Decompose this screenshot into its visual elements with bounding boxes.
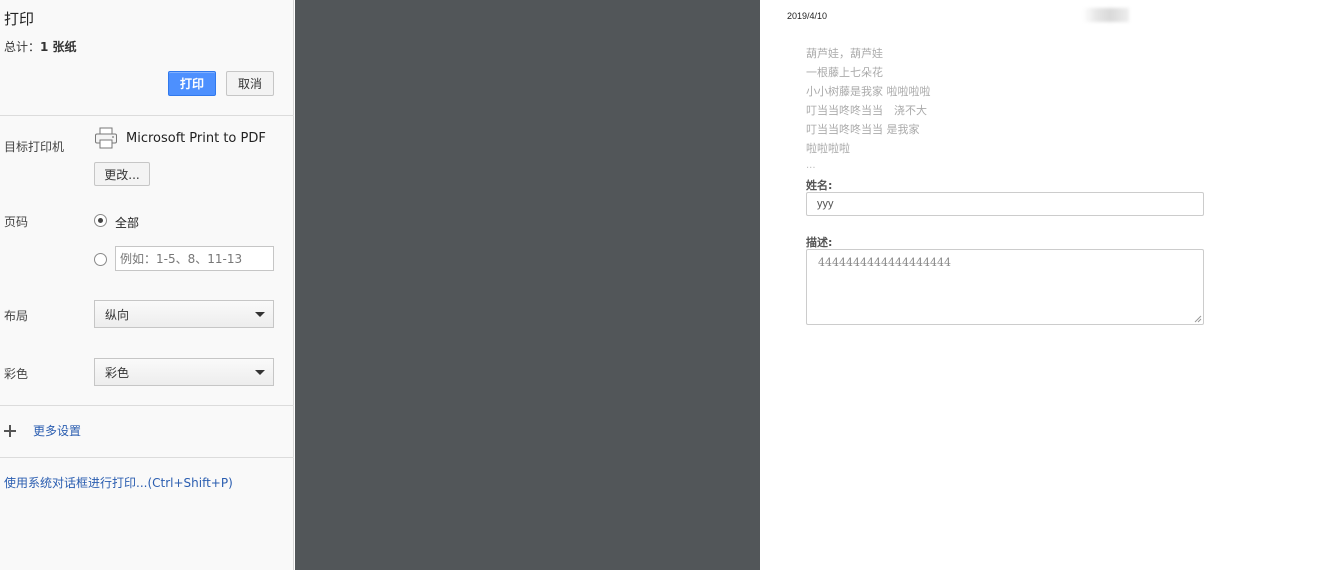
pages-custom-radio[interactable] xyxy=(94,253,107,266)
more-settings-toggle[interactable]: 更多设置 xyxy=(4,422,81,439)
plus-icon xyxy=(4,424,16,437)
printer-row: Microsoft Print to PDF xyxy=(94,127,266,149)
system-dialog-link[interactable]: 使用系统对话框进行打印...(Ctrl+Shift+P) xyxy=(4,474,233,491)
printer-name: Microsoft Print to PDF xyxy=(126,130,266,146)
print-button[interactable]: 打印 xyxy=(168,71,216,96)
preview-background xyxy=(295,0,760,570)
pages-all-label: 全部 xyxy=(115,216,140,230)
destination-label: 目标打印机 xyxy=(4,140,65,154)
divider xyxy=(0,405,294,406)
description-value: 4444444444444444444 xyxy=(818,256,951,269)
layout-value: 纵向 xyxy=(105,307,130,322)
cancel-button[interactable]: 取消 xyxy=(226,71,274,96)
summary-value: 1 张纸 xyxy=(40,40,77,54)
lyric-line: 叮当当咚咚当当 是我家 xyxy=(806,123,920,136)
divider xyxy=(0,457,294,458)
printer-icon xyxy=(95,127,117,149)
divider xyxy=(0,115,294,116)
lyric-line: 叮当当咚咚当当 浇不大 xyxy=(806,104,927,117)
chevron-down-icon xyxy=(255,312,265,317)
name-field: yyy xyxy=(806,192,1204,216)
color-select[interactable]: 彩色 xyxy=(94,358,274,386)
layout-select[interactable]: 纵向 xyxy=(94,300,274,328)
chevron-down-icon xyxy=(255,370,265,375)
change-printer-button[interactable]: 更改... xyxy=(94,162,150,186)
print-settings-panel: 打印 总计：1 张纸 打印 取消 目标打印机 Microsoft Print t… xyxy=(0,0,294,570)
lyric-line: 葫芦娃，葫芦娃 xyxy=(806,47,883,60)
name-label: 姓名: xyxy=(806,179,833,192)
pages-custom-input[interactable] xyxy=(115,246,274,271)
lyric-line: 一根藤上七朵花 xyxy=(806,66,883,79)
preview-page: 2019/4/10 葫芦娃，葫芦娃 一根藤上七朵花 小小树藤是我家 啦啦啦啦 叮… xyxy=(760,0,1323,570)
blurred-header-title xyxy=(1083,8,1129,22)
summary-prefix: 总计： xyxy=(4,40,41,54)
description-field: 4444444444444444444 xyxy=(806,249,1204,325)
lyric-ellipsis: ... xyxy=(806,160,816,171)
sheet-summary: 总计：1 张纸 xyxy=(4,38,77,55)
more-settings-link[interactable]: 更多设置 xyxy=(33,422,81,439)
pages-label: 页码 xyxy=(4,215,29,229)
color-value: 彩色 xyxy=(105,365,130,380)
color-label: 彩色 xyxy=(4,367,29,381)
lyric-line: 小小树藤是我家 啦啦啦啦 xyxy=(806,85,931,98)
panel-title: 打印 xyxy=(4,10,35,28)
pages-all-radio[interactable] xyxy=(94,214,107,227)
header-date: 2019/4/10 xyxy=(787,11,828,21)
resize-handle-icon xyxy=(1194,315,1202,323)
lyric-line: 啦啦啦啦 xyxy=(806,142,850,155)
name-value: yyy xyxy=(817,198,834,210)
layout-label: 布局 xyxy=(4,309,29,323)
description-label: 描述: xyxy=(806,236,833,249)
